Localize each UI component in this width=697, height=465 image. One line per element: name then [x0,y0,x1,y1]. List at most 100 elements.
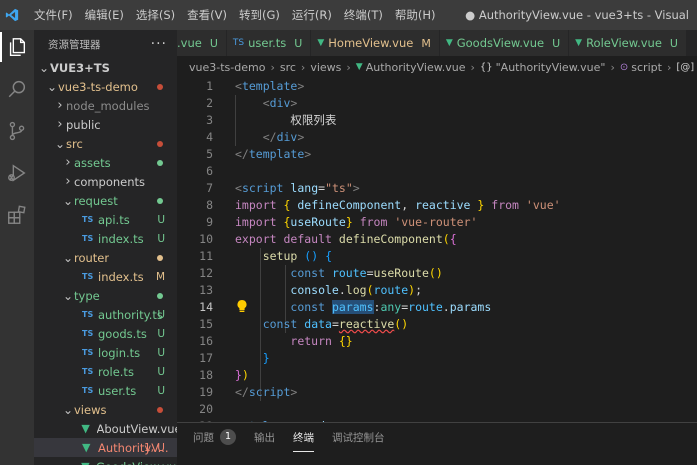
tree-folder[interactable]: › node_modules [34,96,177,115]
git-status-dot [157,140,163,147]
code-line[interactable]: 3 权限列表 [177,112,697,129]
git-status-dot [157,254,163,261]
code-line[interactable]: 13 console.log(route); [177,282,697,299]
ts-file-icon: TS [82,234,94,243]
tree-file[interactable]: TS user.ts U [34,381,177,400]
editor-tab[interactable]: .vue U [177,30,227,56]
run-debug-icon[interactable] [2,158,32,188]
code-editor[interactable]: 1 <template> 2 <div> 3 权限列表 4 </div> 5 </templ… [177,78,697,422]
panel-tab[interactable]: 输出 [254,430,275,445]
source-control-icon[interactable] [2,116,32,146]
chevron-down-icon: ⌄ [46,79,58,94]
explorer-icon[interactable] [0,32,32,62]
menu-item[interactable]: 帮助(H) [389,0,442,30]
problem-count-badge: 1 [220,429,236,445]
tree-file[interactable]: TS role.ts U [34,362,177,381]
breadcrumb-item[interactable]: "AuthorityView.vue" [496,61,606,74]
code-line[interactable]: 15 const data=reactive() [177,316,697,333]
code-line[interactable]: 14 const params:any=route.params [177,299,697,316]
menu-item[interactable]: 选择(S) [130,0,181,30]
code-line[interactable]: 12 const route=useRoute() [177,265,697,282]
code-line[interactable]: 5 </template> [177,146,697,163]
tree-folder[interactable]: › public [34,115,177,134]
tree-file[interactable]: TS login.ts U [34,343,177,362]
tree-folder[interactable]: › components [34,172,177,191]
ts-file-icon: TS [82,329,94,338]
line-number: 6 [206,164,213,178]
breadcrumb-item[interactable]: script [631,61,662,74]
git-status-dot [157,159,163,166]
editor-tab[interactable]: ▼ GoodsView.vue U [439,30,570,56]
code-text: </div> [262,130,305,144]
tab-label: user.ts [248,36,287,50]
code-text: } [262,351,270,365]
code-text: const params:any=route.params [290,300,492,314]
code-line[interactable]: 10 export default defineComponent({ [177,231,697,248]
code-line[interactable]: 16 return {} [177,333,697,350]
code-line[interactable]: 18}) [177,367,697,384]
breadcrumb-item[interactable]: views [310,61,341,74]
tree-folder[interactable]: ⌄ views [34,400,177,419]
tree-folder[interactable]: ⌄ request [34,191,177,210]
tree-folder[interactable]: › assets [34,153,177,172]
tree-file[interactable]: ▼ AboutView.vue [34,419,177,438]
menu-item[interactable]: 终端(T) [338,0,389,30]
code-line[interactable]: 8 import { defineComponent, reactive } fr… [177,197,697,214]
extensions-icon[interactable] [2,200,32,230]
code-text: </template> [235,147,312,161]
breadcrumb-item[interactable]: src [280,61,296,74]
tree-item-label: authority.ts [98,307,163,322]
menu-item[interactable]: 文件(F) [28,0,79,30]
more-actions-icon[interactable]: ··· [151,36,167,52]
code-line[interactable]: 11 setup () { [177,248,697,265]
search-icon[interactable] [2,74,32,104]
tree-file[interactable]: TS api.ts U [34,210,177,229]
panel-tab[interactable]: 调试控制台 [332,430,385,445]
tree-file[interactable]: ▼GoodsView.vue [34,457,177,465]
menu-item[interactable]: 运行(R) [286,0,338,30]
tree-folder[interactable]: ⌄ vue3-ts-demo [34,77,177,96]
code-line[interactable]: 17 } [177,350,697,367]
panel-tab[interactable]: 终端 [293,430,314,452]
tree-item-label: VUE3+TS [50,60,110,75]
tree-item-label: request [74,193,118,208]
tree-file[interactable]: ▼ AuthorityV... 1, U [34,438,177,457]
code-line[interactable]: 6 [177,163,697,180]
code-line[interactable]: 4 </div> [177,129,697,146]
vue-file-icon: ▼ [575,38,583,48]
breadcrumb-symbol-icon: ⊙ [619,61,629,73]
code-line[interactable]: 7 <script lang="ts"> [177,180,697,197]
tree-folder[interactable]: ⌄ router [34,248,177,267]
panel-tab-label: 终端 [293,431,314,444]
tree-folder[interactable]: ⌄ src [34,134,177,153]
code-line[interactable]: 19 </script> [177,384,697,401]
editor-tab[interactable]: ▼ HomeView.vue M [311,30,440,56]
line-number: 15 [199,317,213,331]
editor-tab[interactable]: TS user.ts U [226,30,312,56]
tree-file[interactable]: TS authority.ts U [34,305,177,324]
breadcrumb-item[interactable]: AuthorityView.vue [366,61,466,74]
code-line[interactable]: 2 <div> [177,95,697,112]
menu-item[interactable]: 编辑(E) [79,0,130,30]
code-line[interactable]: 1 <template> [177,78,697,95]
code-line[interactable]: 20 [177,401,697,418]
menu-item[interactable]: 转到(G) [233,0,286,30]
git-status-badge: U [157,213,165,226]
tree-item-label: assets [74,155,111,170]
breadcrumb-item[interactable]: vue3-ts-demo [189,61,265,74]
editor-tabs: .vue U TS user.ts U ▼ HomeView.vue M ▼ GoodsView.… [177,30,697,56]
code-line[interactable]: 9 import {useRoute} from 'vue-router' [177,214,697,231]
tree-file[interactable]: TS index.ts M [34,267,177,286]
line-number: 19 [199,385,213,399]
code-text: import { defineComponent, reactive } fro… [235,198,561,212]
tree-folder[interactable]: ⌄ type [34,286,177,305]
tree-file[interactable]: TS index.ts U [34,229,177,248]
editor-tab[interactable]: ▼ RoleView.vue U [569,30,687,56]
panel-tab[interactable]: 问题 1 [193,429,236,445]
menu-item[interactable]: 查看(V) [181,0,233,30]
tree-file[interactable]: TS goods.ts U [34,324,177,343]
tree-folder[interactable]: ⌄ VUE3+TS [34,58,177,77]
menu-bar: 文件(F) 编辑(E) 选择(S) 查看(V) 转到(G) 运行(R) 终端(T) 帮助(H) [28,0,441,30]
tree-item-label: router [74,250,110,265]
line-number: 1 [206,79,213,93]
